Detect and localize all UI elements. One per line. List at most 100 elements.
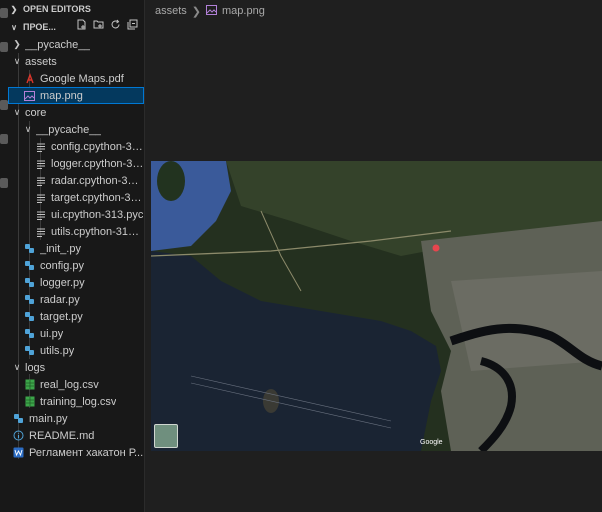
tree-item-label: assets <box>25 55 57 68</box>
tree-file[interactable]: logger.py <box>8 274 144 291</box>
info-icon <box>12 430 25 442</box>
breadcrumb-folder[interactable]: assets <box>155 5 187 17</box>
python-file-icon <box>23 311 36 323</box>
tree-folder[interactable]: ∨ assets <box>8 53 144 70</box>
image-file-icon <box>206 4 218 18</box>
tree-item-label: __pycache__ <box>36 123 102 136</box>
tree-item-label: map.png <box>40 89 83 102</box>
chevron-down-icon[interactable]: ∨ <box>12 362 22 373</box>
tree-item-label: config.py <box>40 259 85 272</box>
tree-item-label: __pycache__ <box>25 38 91 51</box>
tree-item-label: radar.cpython-313... <box>51 174 144 187</box>
tree-item-label: target.cpython-31... <box>51 191 144 204</box>
tree-item-label: main.py <box>29 412 68 425</box>
tree-folder[interactable]: ∨ logs <box>8 359 144 376</box>
tree-item-label: Google Maps.pdf <box>40 72 124 85</box>
tree-item-label: logger.py <box>40 276 85 289</box>
project-header[interactable]: ∨ ПРОЕ... <box>8 19 144 35</box>
breadcrumb-file[interactable]: map.png <box>222 5 265 17</box>
chevron-right-icon: ❯ <box>10 4 18 14</box>
python-file-icon <box>12 413 25 425</box>
refresh-icon[interactable] <box>110 19 121 30</box>
tree-item-label: utils.cpython-313.... <box>51 225 144 238</box>
explorer-toolbar <box>76 19 138 30</box>
chevron-down-icon[interactable]: ∨ <box>23 124 33 135</box>
extensions-activity-icon[interactable] <box>0 178 8 188</box>
pdf-file-icon <box>23 73 36 85</box>
tree-file[interactable]: main.py <box>8 410 144 427</box>
tree-item-label: real_log.csv <box>40 378 99 391</box>
text-file-icon <box>34 192 47 204</box>
project-label: ПРОЕ... <box>23 22 56 32</box>
python-file-icon <box>23 294 36 306</box>
python-file-icon <box>23 277 36 289</box>
tree-item-label: ui.cpython-313.pyc <box>51 208 144 221</box>
tree-item-label: training_log.csv <box>40 395 117 408</box>
tree-file[interactable]: utils.cpython-313.... <box>8 223 144 240</box>
tree-folder[interactable]: ❯ __pycache__ <box>8 36 144 53</box>
image-editor: assets ❯ map.png Google <box>145 0 602 512</box>
run-activity-icon[interactable] <box>0 134 8 144</box>
map-layer-thumbnail <box>154 424 178 448</box>
tree-item-label: target.py <box>40 310 83 323</box>
tree-file[interactable]: ui.py <box>8 325 144 342</box>
tree-file[interactable]: ui.cpython-313.pyc <box>8 206 144 223</box>
collapse-all-icon[interactable] <box>127 19 138 30</box>
python-file-icon <box>23 243 36 255</box>
tree-item-label: logger.cpython-31... <box>51 157 144 170</box>
open-editors-label: OPEN EDITORS <box>23 4 91 14</box>
open-editors-header[interactable]: ❯ OPEN EDITORS <box>8 1 144 17</box>
tree-file[interactable]: README.md <box>8 427 144 444</box>
image-file-icon <box>23 90 36 102</box>
search-activity-icon[interactable] <box>0 42 8 52</box>
source-control-activity-icon[interactable] <box>0 100 8 110</box>
tree-item-label: utils.py <box>40 344 75 357</box>
tree-item-label: Регламент хакатон Р... <box>29 446 144 459</box>
new-file-icon[interactable] <box>76 19 87 30</box>
text-file-icon <box>34 226 47 238</box>
tree-file[interactable]: config.py <box>8 257 144 274</box>
python-file-icon <box>23 260 36 272</box>
csv-file-icon <box>23 396 36 408</box>
explorer-sidebar: ❯ OPEN EDITORS ∨ ПРОЕ... ❯ __pycache__ ∨ as… <box>8 0 145 512</box>
tree-file[interactable]: config.cpython-31... <box>8 138 144 155</box>
tree-file[interactable]: Регламент хакатон Р... <box>8 444 144 461</box>
tree-item-label: ui.py <box>40 327 64 340</box>
tree-item-label: radar.py <box>40 293 80 306</box>
tree-file[interactable]: real_log.csv <box>8 376 144 393</box>
chevron-down-icon: ∨ <box>11 22 17 32</box>
python-file-icon <box>23 328 36 340</box>
chevron-down-icon[interactable]: ∨ <box>12 56 22 67</box>
tree-folder[interactable]: ∨ __pycache__ <box>8 121 144 138</box>
tree-file[interactable]: utils.py <box>8 342 144 359</box>
tree-file[interactable]: training_log.csv <box>8 393 144 410</box>
tree-file[interactable]: _init_.py <box>8 240 144 257</box>
tree-file[interactable]: map.png <box>8 87 144 104</box>
explorer-activity-icon[interactable] <box>0 8 8 18</box>
chevron-right-icon[interactable]: ❯ <box>12 39 22 50</box>
text-file-icon <box>34 158 47 170</box>
activity-bar <box>0 0 8 512</box>
tree-file[interactable]: radar.py <box>8 291 144 308</box>
tree-file[interactable]: Google Maps.pdf <box>8 70 144 87</box>
map-image: Google <box>151 161 602 451</box>
text-file-icon <box>34 209 47 221</box>
map-attribution: Google <box>420 439 443 446</box>
tree-item-label: logs <box>25 361 46 374</box>
tree-file[interactable]: target.cpython-31... <box>8 189 144 206</box>
chevron-down-icon[interactable]: ∨ <box>12 107 22 118</box>
tree-file[interactable]: radar.cpython-313... <box>8 172 144 189</box>
word-document-icon <box>12 447 25 459</box>
tree-folder[interactable]: ∨ core <box>8 104 144 121</box>
tree-item-label: README.md <box>29 429 95 442</box>
csv-file-icon <box>23 379 36 391</box>
new-folder-icon[interactable] <box>93 19 104 30</box>
chevron-right-icon: ❯ <box>191 5 202 18</box>
tree-file[interactable]: logger.cpython-31... <box>8 155 144 172</box>
text-file-icon <box>34 141 47 153</box>
tree-item-label: config.cpython-31... <box>51 140 144 153</box>
tree-item-label: _init_.py <box>40 242 81 255</box>
python-file-icon <box>23 345 36 357</box>
tree-file[interactable]: target.py <box>8 308 144 325</box>
tree-item-label: core <box>25 106 47 119</box>
